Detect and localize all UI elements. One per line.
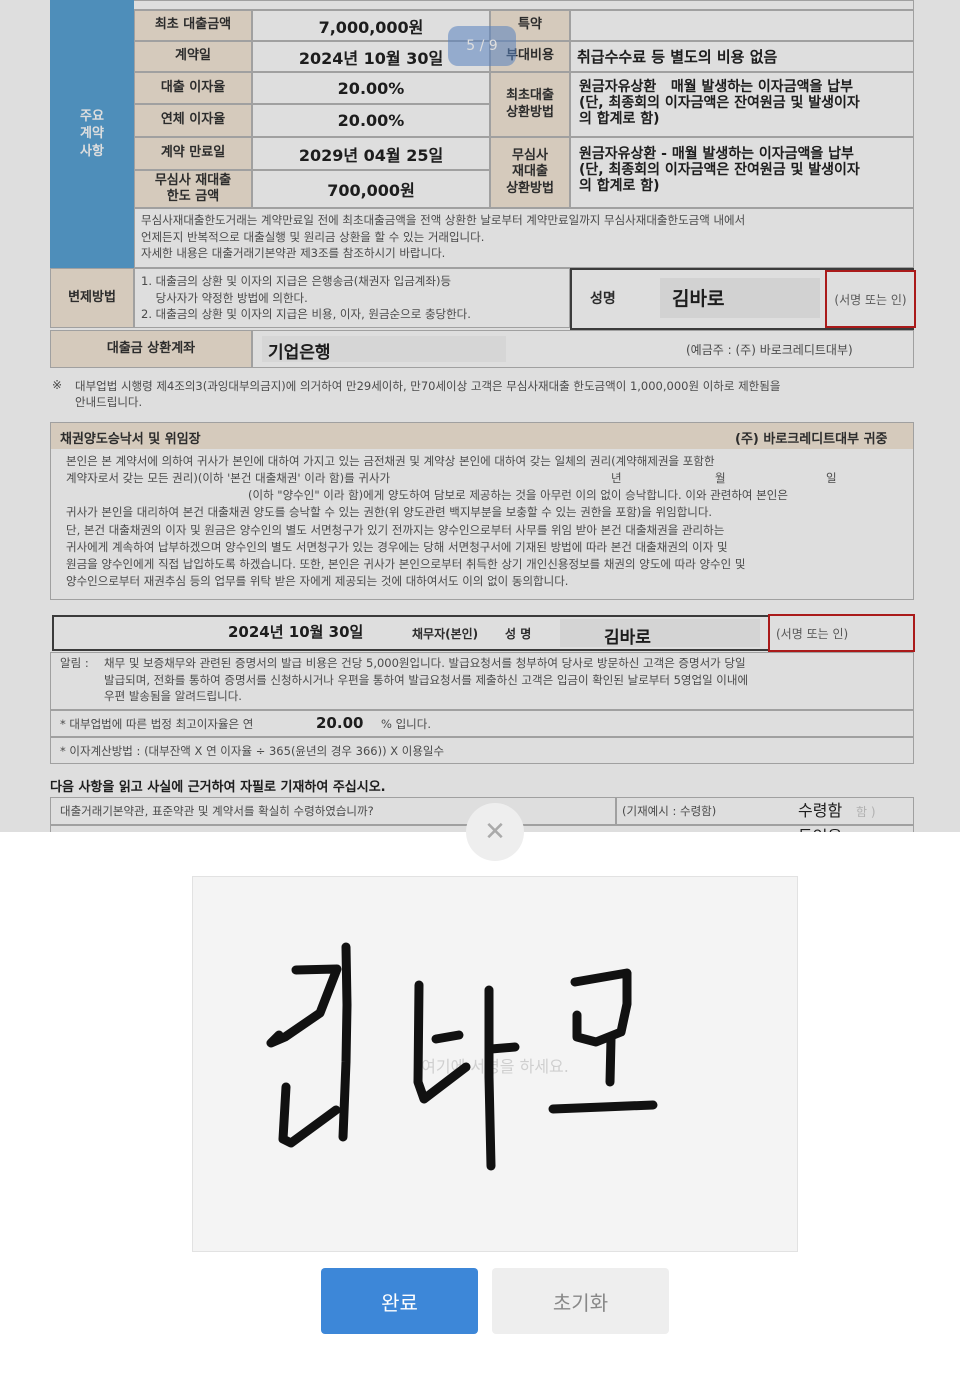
account-label: 대출금 상환계좌 <box>50 330 252 368</box>
row-label-expiry-date: 계약 만료일 <box>134 137 252 170</box>
close-button[interactable]: ✕ <box>466 803 524 861</box>
done-button[interactable]: 완료 <box>321 1268 478 1334</box>
assignment-month: 월 <box>715 471 726 485</box>
reloan-note: 무심사재대출한도거래는 계약만료일 전에 최초대출금액을 전액 상환한 날로부터… <box>134 208 914 268</box>
confirm-example: (기재예시 : 수령함) <box>622 804 717 818</box>
row-label-overdue-rate: 연체 이자율 <box>134 104 252 137</box>
repayment-sign-hint[interactable]: (서명 또는 인) <box>825 270 916 328</box>
alert-text: 채무 및 보증채무와 관련된 증명서의 발급 비용은 건당 5,000원입니다.… <box>104 656 749 704</box>
repayment-name-value: 김바로 <box>672 288 725 310</box>
signature-pad[interactable]: 여기에 서명을 하세요. <box>192 876 798 1252</box>
confirm-question: 대출거래기본약관, 표준약관 및 계약서를 확실히 수령하였습니까? <box>60 804 374 818</box>
assignment-day: 일 <box>826 471 837 485</box>
debtor-name-value: 김바로 <box>604 628 651 648</box>
reset-button[interactable]: 초기화 <box>492 1268 669 1334</box>
contract-document: 주요 계약 사항 최초 대출금액 7,000,000원 계약일 2024년 10… <box>0 0 960 832</box>
confirm-answer[interactable]: 수령함 <box>798 797 842 821</box>
max-rate-value: 20.00 <box>316 714 364 732</box>
assignment-body-2: (이하 "양수인" 이라 함)에게 양도하여 담보로 제공하는 것을 아무런 이… <box>66 488 788 589</box>
assignment-title: 채권양도승낙서 및 위임장 <box>60 432 201 447</box>
assignment-addressee: (주) 바로크레디트대부 귀중 <box>735 432 888 447</box>
max-rate-suffix: % 입니다. <box>381 717 431 731</box>
notice-mark: ※ <box>52 378 63 392</box>
account-holder: (예금주 : (주) 바로크레디트대부) <box>686 343 853 357</box>
row-label-reloan-repayment: 무심사 재대출 상환방법 <box>490 137 570 208</box>
account-bank: 기업은행 <box>268 343 331 363</box>
confirm-heading: 다음 사항을 읽고 사실에 근거하여 자필로 기재하여 주십시오. <box>50 780 386 795</box>
row-value-reloan-limit: 700,000원 <box>252 170 490 208</box>
repayment-name-label: 성명 <box>590 291 616 307</box>
interest-calc-text: * 이자계산방법 : (대부잔액 X 연 이자율 ÷ 365(윤년의 경우 36… <box>60 744 445 758</box>
row-label-initial-repayment: 최초대출 상환방법 <box>490 72 570 137</box>
row-value-interest-rate: 20.00% <box>252 72 490 104</box>
row-value-initial-repayment: 원금자유상환 매월 발생하는 이자금액을 납부 (단, 최종회의 이자금액은 잔… <box>570 72 914 137</box>
row-label-initial-amount: 최초 대출금액 <box>134 10 252 41</box>
row-label-reloan-limit: 무심사 재대출 한도 금액 <box>134 170 252 208</box>
debtor-date: 2024년 10월 30일 <box>228 623 364 641</box>
row-value-extra-cost: 취급수수료 등 별도의 비용 없음 <box>570 41 914 72</box>
signature-stroke <box>266 942 658 1171</box>
assignment-body-1: 본인은 본 계약서에 의하여 귀사가 본인에 대하여 가지고 있는 금전채권 및… <box>66 454 715 486</box>
debtor-label: 채무자(본인) <box>412 627 479 641</box>
row-label-interest-rate: 대출 이자율 <box>134 72 252 104</box>
max-rate-prefix: * 대부업법에 따른 법정 최고이자율은 연 <box>60 717 254 731</box>
row-label-contract-date: 계약일 <box>134 41 252 72</box>
alert-label: 알림 : <box>60 656 89 670</box>
confirm-next-answer: 들었음 <box>798 823 842 832</box>
debtor-name-field <box>560 619 760 647</box>
debtor-sign-hint[interactable]: (서명 또는 인) <box>768 614 915 652</box>
top-partial-row <box>50 0 914 10</box>
repayment-method-text: 1. 대출금의 상환 및 이자의 지급은 은행송금(채권자 입금계좌)등 당사자… <box>134 268 570 328</box>
row-value-special-terms <box>570 10 914 41</box>
main-terms-side-label: 주요 계약 사항 <box>50 0 134 268</box>
repayment-method-label: 변제방법 <box>50 268 134 328</box>
close-icon: ✕ <box>484 817 506 847</box>
confirm-answer-ghost: 함 ) <box>856 805 876 819</box>
assignment-year: 년 <box>611 471 622 485</box>
row-value-overdue-rate: 20.00% <box>252 104 490 137</box>
notice-text: 대부업법 시행령 제4조의3(과잉대부의금지)에 의거하여 만29세이하, 만7… <box>75 379 781 410</box>
page-indicator: 5 / 9 <box>448 26 516 66</box>
debtor-name-label: 성 명 <box>505 627 532 641</box>
row-value-reloan-repayment: 원금자유상환 - 매월 발생하는 이자금액을 납부 (단, 최종회의 이자금액은… <box>570 137 914 208</box>
row-value-expiry-date: 2029년 04월 25일 <box>252 137 490 170</box>
